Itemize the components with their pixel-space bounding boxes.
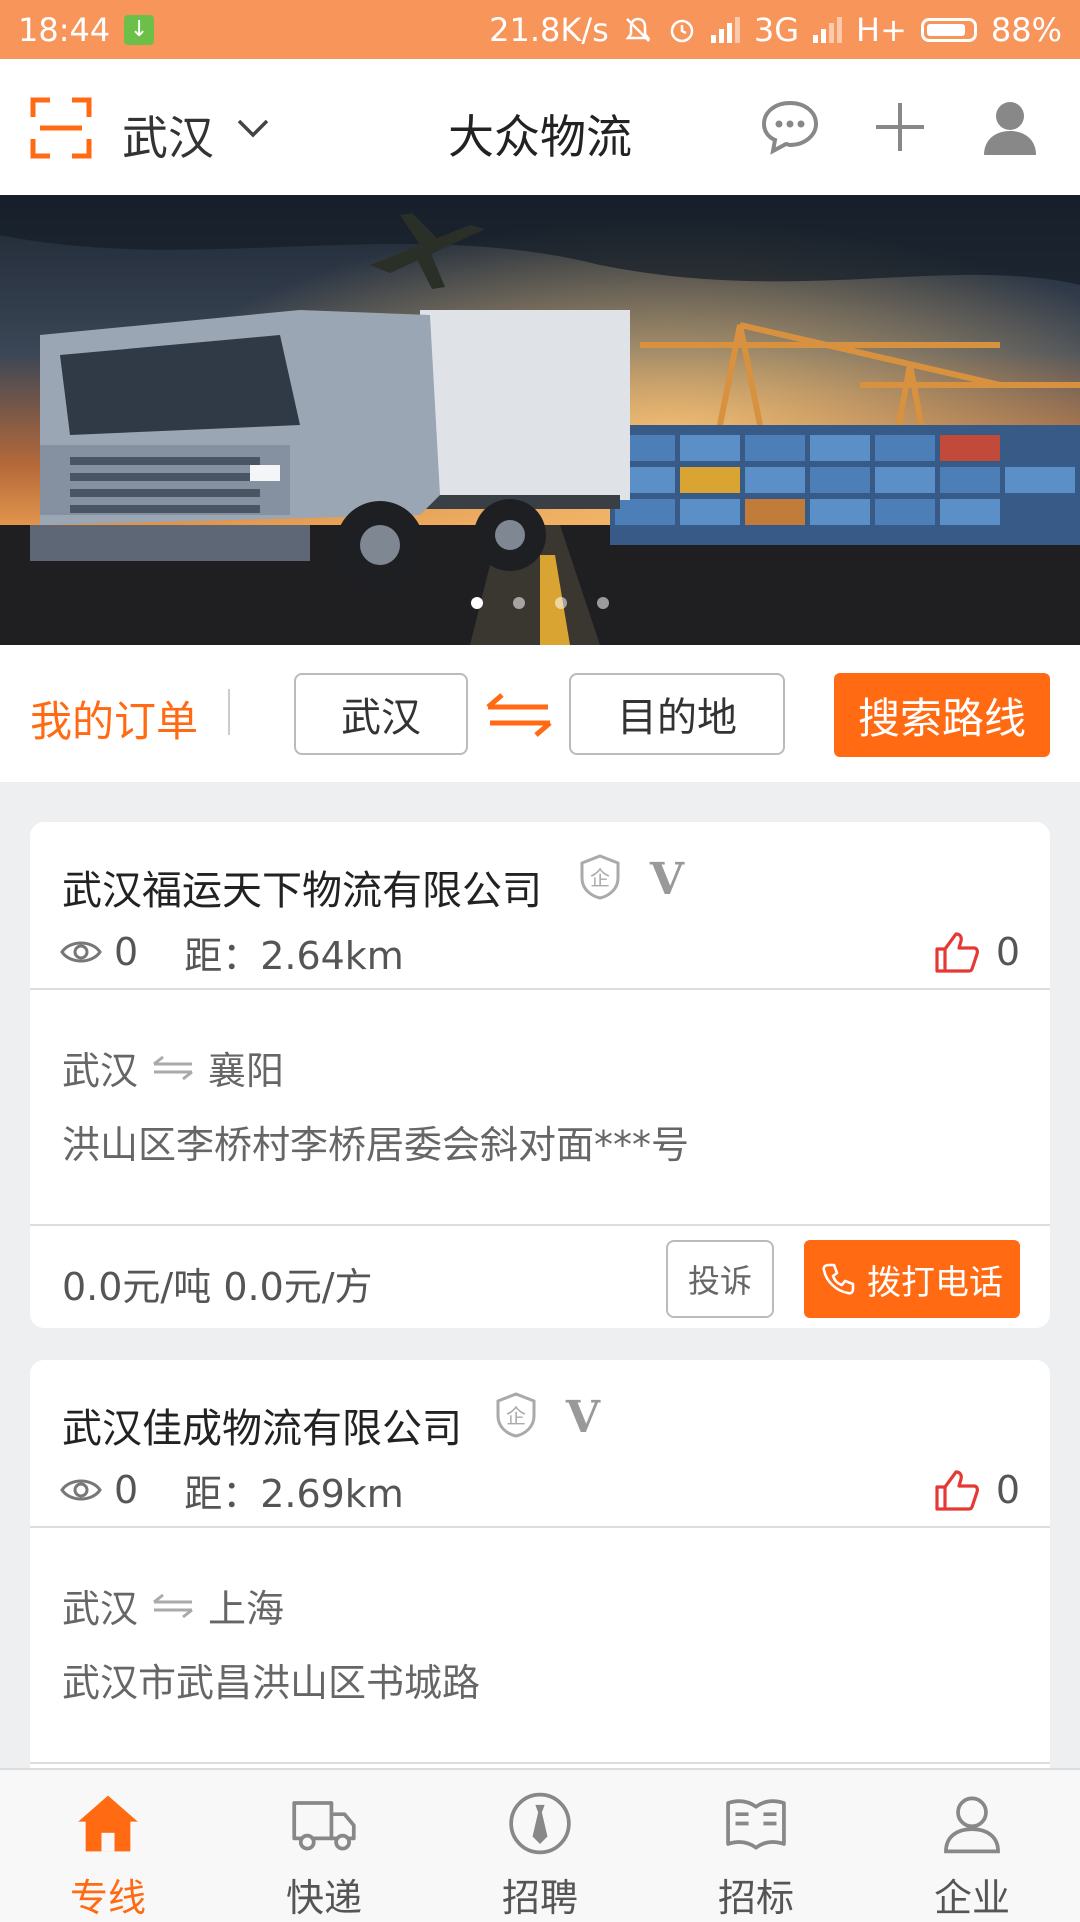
nav-label: 企业 <box>933 1876 1010 1920</box>
eye-icon <box>60 1479 102 1501</box>
origin-field[interactable]: 武汉 <box>294 673 468 755</box>
banner-image <box>0 195 1080 645</box>
divider <box>30 1762 1050 1764</box>
divider <box>30 1526 1050 1528</box>
swap-icon[interactable] <box>484 691 554 739</box>
eye-icon <box>60 941 102 963</box>
company-badges: 企 V <box>494 1392 606 1438</box>
bottom-nav: 专线 快递 招聘 招标 企业 <box>0 1768 1080 1922</box>
route-to: 襄阳 <box>208 1049 285 1093</box>
route-from: 武汉 <box>62 1049 139 1093</box>
person-icon <box>944 1796 1000 1854</box>
book-icon <box>726 1799 786 1850</box>
company-name: 武汉佳成物流有限公司 <box>62 1406 462 1452</box>
like-count: 0 <box>995 930 1020 974</box>
like-button[interactable]: 0 <box>934 1466 1020 1514</box>
route-arrow-icon <box>153 1055 193 1080</box>
route-info: 武汉 上海 <box>62 1578 284 1633</box>
distance: 距：2.64km <box>184 933 404 978</box>
signal-icon <box>710 16 740 43</box>
call-button[interactable]: 拨打电话 <box>804 1240 1020 1318</box>
carousel-dot[interactable] <box>513 597 525 609</box>
price-info: 0.0元/吨 0.0元/方 <box>62 1265 373 1309</box>
mute-icon <box>625 17 651 42</box>
download-icon: ↓ <box>124 14 155 45</box>
svg-text:企: 企 <box>506 1404 526 1428</box>
user-icon[interactable] <box>978 95 1042 159</box>
verified-v-icon: V <box>649 856 685 898</box>
logistics-card[interactable]: 武汉佳成物流有限公司 企 V 0 距：2.69km 0 武汉 上海 武汉市武昌洪… <box>30 1360 1050 1780</box>
tie-icon <box>509 1792 571 1855</box>
my-orders-link[interactable]: 我的订单 <box>30 688 198 749</box>
status-bar: 18:44 ↓ 21.8K/s 3G H+ 88% <box>0 0 1080 59</box>
complain-button[interactable]: 投诉 <box>666 1240 774 1318</box>
logistics-card[interactable]: 武汉福运天下物流有限公司 企 V 0 距：2.64km 0 武汉 襄阳 洪山区李… <box>30 822 1050 1328</box>
app-header: 武汉 大众物流 <box>0 59 1080 195</box>
nav-label: 招标 <box>717 1876 794 1920</box>
search-route-button[interactable]: 搜索路线 <box>834 673 1050 757</box>
company-address: 武汉市武昌洪山区书城路 <box>62 1661 481 1705</box>
phone-icon <box>822 1263 855 1295</box>
nav-item-zhaopin[interactable]: 招聘 <box>432 1770 648 1922</box>
nav-item-kuaidi[interactable]: 快递 <box>216 1770 432 1922</box>
call-button-label: 拨打电话 <box>867 1262 1003 1303</box>
chat-icon[interactable] <box>758 95 822 159</box>
svg-text:V: V <box>565 1394 601 1436</box>
divider <box>228 689 230 735</box>
battery-level: 88% <box>990 10 1062 49</box>
enterprise-badge-icon: 企 <box>580 854 620 900</box>
nav-item-zhuanxian[interactable]: 专线 <box>0 1770 216 1922</box>
thumbs-up-icon[interactable] <box>934 1468 980 1512</box>
divider <box>30 988 1050 990</box>
company-name: 武汉福运天下物流有限公司 <box>62 868 542 914</box>
alarm-icon <box>670 19 694 42</box>
card-stats: 0 距：2.69km <box>60 1466 404 1516</box>
company-badges: 企 V <box>578 854 690 900</box>
truck-icon <box>292 1801 356 1851</box>
status-time: 18:44 <box>18 10 111 49</box>
svg-text:V: V <box>649 856 685 898</box>
nav-item-qiye[interactable]: 企业 <box>864 1770 1080 1922</box>
home-icon <box>78 1795 138 1852</box>
route-search-bar: 我的订单 武汉 目的地 搜索路线 <box>0 645 1080 782</box>
nav-label: 招聘 <box>501 1876 578 1920</box>
distance: 距：2.69km <box>184 1471 404 1516</box>
battery-icon <box>920 17 977 42</box>
nav-item-zhaobiao[interactable]: 招标 <box>648 1770 864 1922</box>
thumbs-up-icon[interactable] <box>934 930 980 974</box>
network-type-1: 3G <box>753 10 799 49</box>
nav-label: 快递 <box>285 1876 362 1920</box>
carousel-dot[interactable] <box>555 597 567 609</box>
company-address: 洪山区李桥村李桥居委会斜对面***号 <box>62 1123 690 1167</box>
plus-icon[interactable] <box>868 95 932 159</box>
nav-label: 专线 <box>69 1876 146 1920</box>
card-stats: 0 距：2.64km <box>60 928 404 978</box>
carousel-dot[interactable] <box>597 597 609 609</box>
like-button[interactable]: 0 <box>934 928 1020 976</box>
route-arrow-icon <box>153 1593 193 1618</box>
network-type-2: H+ <box>856 10 907 49</box>
enterprise-badge-icon: 企 <box>496 1392 536 1438</box>
network-speed: 21.8K/s <box>489 10 609 49</box>
promo-banner[interactable] <box>0 195 1080 645</box>
like-count: 0 <box>995 1468 1020 1512</box>
verified-v-icon: V <box>565 1394 601 1436</box>
divider <box>30 1224 1050 1226</box>
view-count: 0 <box>114 930 139 974</box>
svg-text:企: 企 <box>590 866 610 890</box>
view-count: 0 <box>114 1468 139 1512</box>
destination-field[interactable]: 目的地 <box>569 673 785 755</box>
route-from: 武汉 <box>62 1587 139 1631</box>
signal-icon-2 <box>813 16 842 43</box>
route-to: 上海 <box>208 1587 285 1631</box>
route-info: 武汉 襄阳 <box>62 1040 284 1095</box>
carousel-dot[interactable] <box>471 597 483 609</box>
carousel-indicator[interactable] <box>0 597 1080 609</box>
